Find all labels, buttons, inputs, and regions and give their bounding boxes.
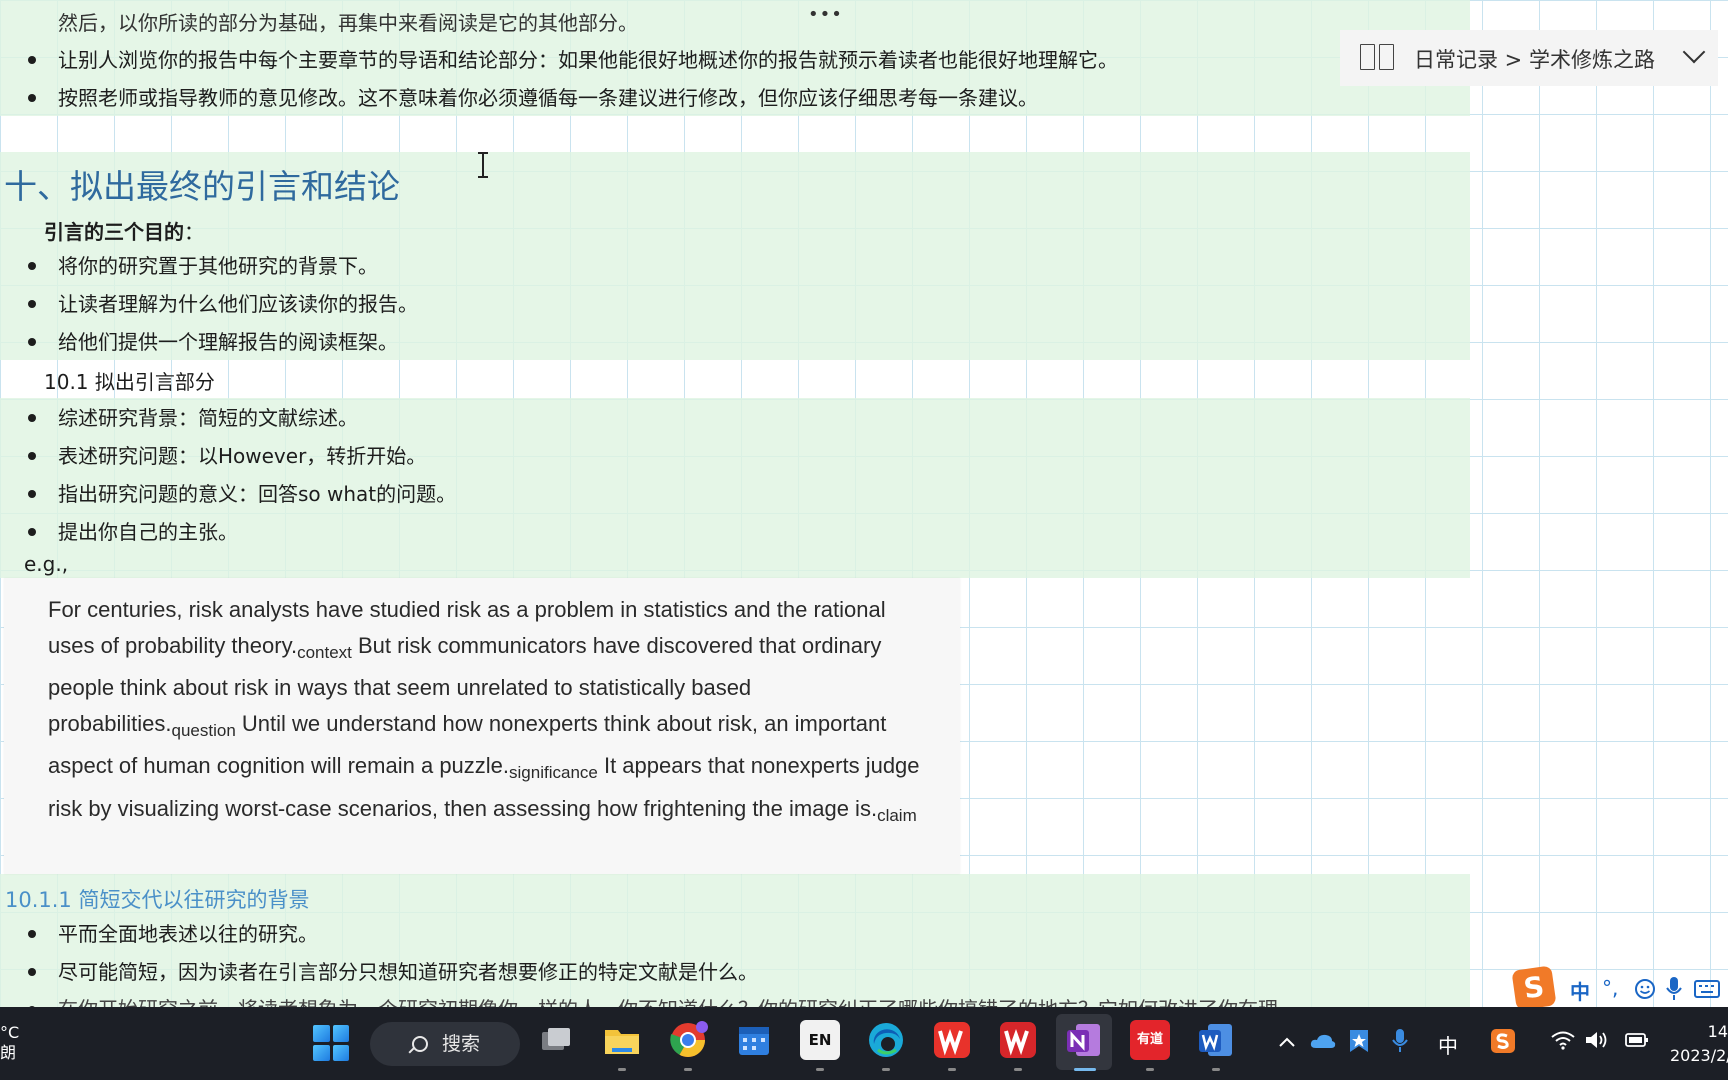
list-item: 将你的研究置于其他研究的背景下。: [58, 254, 378, 278]
onenote-icon[interactable]: [1064, 1020, 1104, 1060]
app-running-indicator: [882, 1068, 890, 1071]
search-icon: [412, 1036, 428, 1052]
bullet-dot: [28, 968, 36, 976]
active-app-indicator: [1074, 1068, 1096, 1071]
word-icon[interactable]: [1196, 1020, 1236, 1060]
app-running-indicator: [816, 1068, 824, 1071]
list-item: 平而全面地表述以往的研究。: [58, 922, 318, 946]
chevron-down-icon[interactable]: [1682, 40, 1706, 64]
system-clock[interactable]: 14 2023/2/: [1670, 1020, 1728, 1068]
app-tray-icon[interactable]: [1348, 1028, 1370, 1054]
bullet-dot: [28, 490, 36, 498]
list-item: 给他们提供一个理解报告的阅读框架。: [58, 330, 398, 354]
more-options-button[interactable]: •••: [808, 4, 843, 25]
start-button[interactable]: [313, 1025, 349, 1061]
example-paragraph: For centuries, risk analysts have studie…: [48, 592, 928, 833]
list-item: 让别人浏览你的报告中每个主要章节的导语和结论部分：如果他能很好地概述你的报告就预…: [58, 48, 1118, 72]
eg-label: e.g.,: [24, 552, 69, 576]
example-tag: context: [297, 642, 352, 662]
list-item: 在你开始研究之前，将读者想象为一个研究初期像你一样的人，你不知道什么？你的研究纠…: [58, 996, 1278, 1007]
notebook-icon: [1360, 44, 1394, 70]
ime-toolbar[interactable]: S 中 °,: [1510, 965, 1728, 1007]
clock-date: 2023/2/: [1670, 1046, 1728, 1065]
battery-icon[interactable]: [1624, 1030, 1650, 1050]
task-view-icon[interactable]: [536, 1020, 576, 1060]
keyboard-icon[interactable]: [1694, 980, 1720, 998]
list-item: 指出研究问题的意义：回答so what的问题。: [58, 482, 457, 506]
en-app-icon[interactable]: EN: [800, 1020, 840, 1060]
bullet-dot: [28, 300, 36, 308]
weather-temp: °C: [0, 1023, 20, 1042]
calendar-icon[interactable]: [734, 1020, 774, 1060]
example-tag: significance: [509, 763, 598, 782]
list-item: 综述研究背景：简短的文献综述。: [58, 406, 358, 430]
list-item: 让读者理解为什么他们应该读你的报告。: [58, 292, 418, 316]
taskbar-search[interactable]: 搜索: [370, 1022, 520, 1066]
sogou-tray-icon[interactable]: [1490, 1028, 1516, 1054]
onedrive-icon[interactable]: [1310, 1032, 1336, 1050]
wifi-icon[interactable]: [1550, 1030, 1576, 1050]
section-heading: 十、拟出最终的引言和结论: [4, 167, 400, 206]
bullet-dot: [28, 930, 36, 938]
ime-punct-toggle[interactable]: °,: [1602, 976, 1618, 1000]
chevron-up-icon[interactable]: [1278, 1036, 1296, 1048]
purposes-colon: ：: [184, 220, 204, 244]
input-language[interactable]: 中: [1438, 1030, 1458, 1059]
file-explorer-icon[interactable]: [602, 1020, 642, 1060]
wps-writer-icon[interactable]: [998, 1020, 1038, 1060]
list-item: 按照老师或指导教师的意见修改。这不意味着你必须遵循每一条建议进行修改，但你应该仔…: [58, 86, 1038, 110]
subsection-heading: 10.1 拟出引言部分: [44, 370, 215, 394]
example-tag: claim: [877, 805, 917, 825]
app-running-indicator: [1212, 1068, 1220, 1071]
volume-icon[interactable]: [1584, 1030, 1608, 1050]
bullet-dot: [28, 528, 36, 536]
microphone-icon[interactable]: [1392, 1028, 1408, 1054]
list-item: 尽可能简短，因为读者在引言部分只想知道研究者想要修正的特定文献是什么。: [58, 960, 758, 984]
bullet-dot: [28, 338, 36, 346]
edge-icon[interactable]: [866, 1020, 906, 1060]
bullet-dot: [28, 262, 36, 270]
sogou-logo-icon[interactable]: S: [1511, 965, 1557, 1007]
search-label: 搜索: [442, 1033, 481, 1055]
app-running-indicator: [618, 1068, 626, 1071]
ime-mode-toggle[interactable]: 中: [1570, 976, 1590, 1005]
text-cursor-icon: [478, 152, 488, 178]
app-running-indicator: [1146, 1068, 1154, 1071]
wps-icon[interactable]: [932, 1020, 972, 1060]
app-running-indicator: [948, 1068, 956, 1071]
taskbar: °C 朗: [0, 1007, 1728, 1080]
purposes-title: 引言的三个目的：: [44, 216, 204, 245]
weather-widget[interactable]: °C 朗: [0, 1023, 19, 1063]
subsubsection-heading: 10.1.1 简短交代以往研究的背景: [5, 888, 310, 912]
bullet-dot: [28, 452, 36, 460]
app-running-indicator: [1014, 1068, 1022, 1071]
notebook-breadcrumb[interactable]: 日常记录 > 学术修炼之路: [1340, 30, 1718, 86]
purposes-title-text: 引言的三个目的: [44, 220, 184, 244]
example-tag: question: [171, 720, 236, 740]
bullet-dot: [28, 94, 36, 102]
microphone-icon[interactable]: [1666, 976, 1682, 1002]
example-image[interactable]: For centuries, risk analysts have studie…: [4, 578, 960, 874]
breadcrumb-text[interactable]: 日常记录 > 学术修炼之路: [1414, 44, 1655, 74]
bullet-dot: [28, 414, 36, 422]
bullet-dot: [28, 56, 36, 64]
chrome-icon[interactable]: [668, 1020, 708, 1060]
onenote-page[interactable]: ••• 然后，以你所读的部分为基础，再集中来看阅读是它的其他部分。 让别人浏览你…: [0, 0, 1728, 1007]
list-item: 提出你自己的主张。: [58, 520, 238, 544]
weather-desc: 朗: [0, 1043, 17, 1062]
youdao-icon[interactable]: 有道: [1130, 1020, 1170, 1060]
partial-line: 然后，以你所读的部分为基础，再集中来看阅读是它的其他部分。: [58, 11, 638, 35]
list-item: 表述研究问题：以However，转折开始。: [58, 444, 427, 468]
emoji-icon[interactable]: [1634, 978, 1656, 1000]
clock-time: 14: [1707, 1022, 1728, 1041]
app-running-indicator: [684, 1068, 692, 1071]
